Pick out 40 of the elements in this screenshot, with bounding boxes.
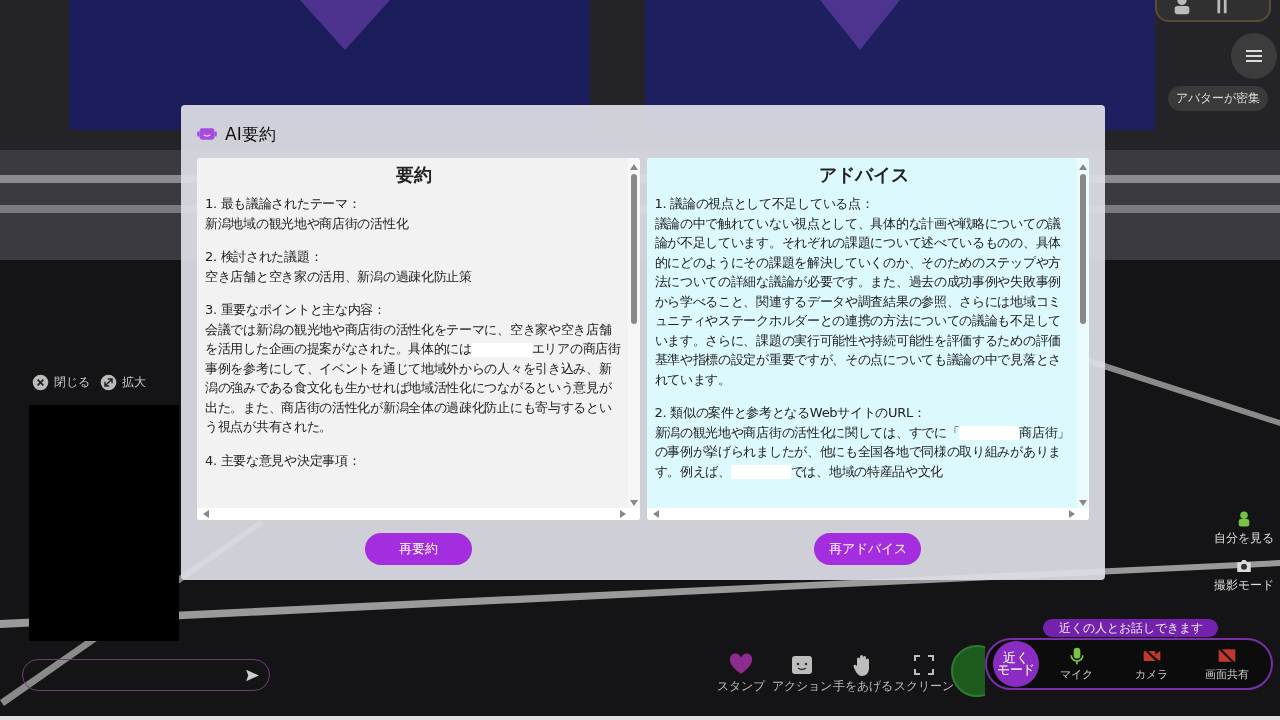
talk-hint: 近くの人とお話しできます (1043, 619, 1218, 637)
section-text: 新潟地域の観光地や商店街の活性化 (205, 214, 410, 233)
section-text: 議論の中で触れていない視点として、具体的な計画や戦略についての議論が不足しています。それぞれの課題について述べているものの、具体的にどのようにその課題を解決していくのか、そのためのステップや方法についての詳細な議論が必要です。また、過去の成功事例や失敗事例から学べること、関連するデータや調査結果の参照、さらには地域コミュニティやステークホルダーとの連携の方法についての議論も不足しています。さらに、課題の実行可能性や持続可能性を評価するための評価基準や指標の設定が重要ですが、その点についても議論の中で見落とされています。 (654, 214, 1062, 389)
section-title: 2. 類似の案件と参考となるWebサイトのURL： (654, 404, 927, 422)
expand-button[interactable]: 拡大 (100, 374, 146, 391)
close-button[interactable]: 閉じる (32, 374, 90, 391)
scrollbar[interactable] (646, 508, 1089, 520)
section-title: 1. 議論の視点として不足している点： (654, 195, 875, 213)
toolbar-button[interactable]: スクリーン (893, 653, 954, 694)
toolbar-button[interactable]: アクション (771, 653, 832, 694)
panel-heading: アドバイス (817, 163, 910, 187)
regenerate-button[interactable]: 再要約 (364, 533, 472, 565)
nearby-mode-button[interactable]: 近く モード (993, 641, 1039, 687)
device-button[interactable]: 画面共有 (1189, 646, 1265, 682)
crowd-notice: アバターが密集 (1168, 86, 1268, 111)
section-title: 2. 検討された議題： (205, 248, 324, 266)
panel-heading: 要約 (395, 163, 434, 187)
face-icon (789, 653, 814, 677)
close-icon (32, 374, 49, 391)
device-button[interactable]: マイク (1039, 646, 1115, 682)
toolbar-button[interactable]: 手をあげる (832, 653, 893, 694)
toolbar-button[interactable]: スタンプ (710, 653, 771, 694)
side-button[interactable]: 撮影モード (1210, 557, 1278, 594)
section-text: 空き店舗と空き家の活用、新潟の過疎化防止策 (205, 267, 473, 286)
robot-icon (197, 125, 217, 143)
section-text: 会議では新潟の観光地や商店街の活性化をテーマに、空き家や空き店舗を活用した企画の提案がなされた。具体的には エリアの商店街事例を参考にして、イベントを通じて地域外からの人々を引き込み、新潟の強みである食文化も生かせれば地域活性化につながるという意見が出た。また、商店街の活性化が新潟全体の過疎化防止にも寄与するという視点が共有された。 (205, 320, 622, 436)
side-button[interactable]: 自分を見る (1210, 510, 1278, 547)
section-text: 新潟の観光地や商店街の活性化に関しては、すでに「 商店街」の事例が挙げられましたが、他にも全国各地で同様の取り組みがあります。例えば、 では、地域の特産品や文化 (654, 423, 1072, 481)
heart-icon (728, 653, 753, 677)
scrollbar[interactable] (627, 158, 640, 508)
device-button[interactable]: カメラ (1114, 646, 1190, 682)
section-title: 1. 最も議論されたテーマ： (205, 195, 362, 213)
scrollbar[interactable] (197, 508, 640, 520)
frame-icon (911, 653, 936, 677)
expand-icon (100, 374, 117, 391)
section-title: 4. 主要な意見や決定事項： (205, 451, 362, 470)
scrollbar[interactable] (1077, 158, 1089, 508)
dialog-title: AI要約 (225, 122, 276, 146)
section-title: 3. 重要なポイントと主な内容： (205, 301, 387, 319)
regenerate-button[interactable]: 再アドバイス (814, 533, 922, 565)
